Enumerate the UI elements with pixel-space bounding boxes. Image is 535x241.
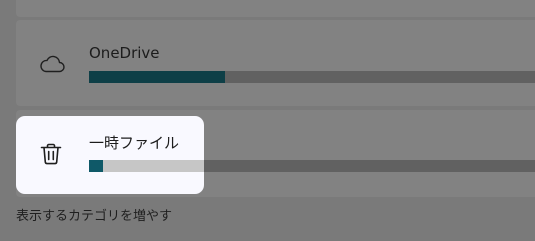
onedrive-label: OneDrive xyxy=(89,44,160,62)
temp-files-usage-bar xyxy=(89,160,204,172)
temp-files-usage-fill xyxy=(89,160,104,172)
show-more-categories-link[interactable]: 表示するカテゴリを増やす xyxy=(16,208,172,226)
temp-files-label: 一時ファイル xyxy=(89,134,180,152)
onedrive-usage-bar xyxy=(89,71,535,83)
trash-icon xyxy=(40,143,62,165)
storage-category-onedrive[interactable]: OneDrive xyxy=(16,20,535,106)
storage-category-temp-files[interactable]: 一時ファイル xyxy=(16,116,204,194)
onedrive-usage-fill xyxy=(89,71,226,83)
cloud-icon xyxy=(40,55,65,73)
storage-category-card-partial xyxy=(16,0,535,17)
